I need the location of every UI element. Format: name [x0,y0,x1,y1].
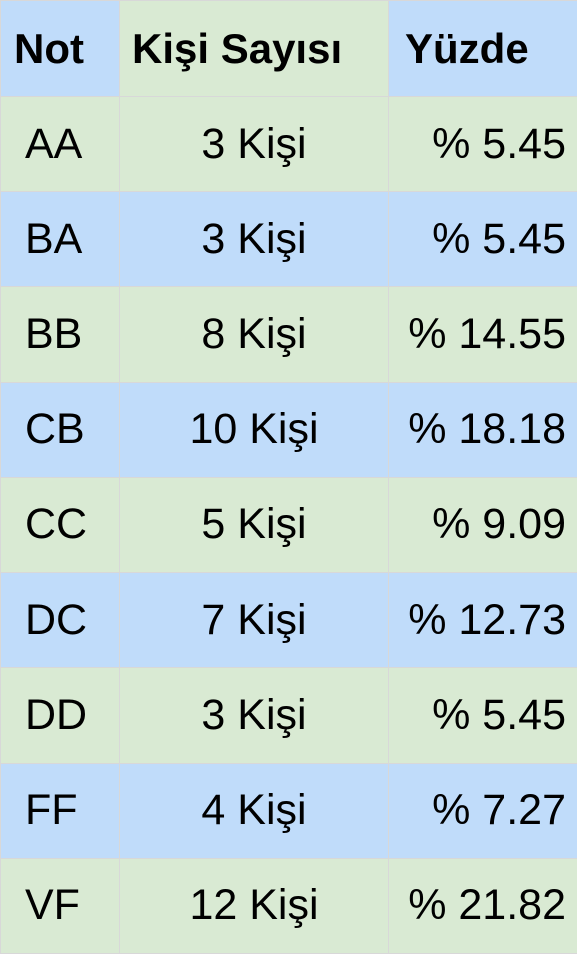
cell-count-dd: 3 Kişi [120,668,388,763]
cell-grade-aa: AA [1,97,119,192]
cell-count-aa: 3 Kişi [120,97,388,192]
cell-count-dc: 7 Kişi [120,573,388,668]
cell-count-vf: 12 Kişi [120,858,388,953]
cell-grade-ba: BA [1,192,119,287]
cell-count-cc: 5 Kişi [120,477,388,573]
cell-grade-ff: FF [1,763,119,858]
cell-count-ff: 4 Kişi [120,763,388,858]
cell-percent-dd: % 5.45 [389,668,577,763]
header-grade: Not [1,1,119,96]
cell-percent-ff: % 7.27 [389,763,577,858]
grade-distribution-table: Not Kişi Sayısı Yüzde AA 3 Kişi % 5.45 B… [0,0,577,954]
header-percent: Yüzde [389,1,577,96]
cell-grade-cb: CB [1,382,119,477]
cell-percent-dc: % 12.73 [389,573,577,668]
cell-percent-bb: % 14.55 [389,287,577,382]
cell-percent-aa: % 5.45 [389,97,577,192]
cell-grade-dd: DD [1,668,119,763]
cell-percent-ba: % 5.45 [389,192,577,287]
cell-grade-vf: VF [1,858,119,953]
cell-percent-vf: % 21.82 [389,858,577,953]
cell-percent-cc: % 9.09 [389,477,577,573]
cell-percent-cb: % 18.18 [389,382,577,477]
cell-grade-dc: DC [1,573,119,668]
header-count: Kişi Sayısı [120,1,388,96]
cell-count-bb: 8 Kişi [120,287,388,382]
cell-count-cb: 10 Kişi [120,382,388,477]
cell-grade-bb: BB [1,287,119,382]
cell-grade-cc: CC [1,477,119,573]
cell-count-ba: 3 Kişi [120,192,388,287]
